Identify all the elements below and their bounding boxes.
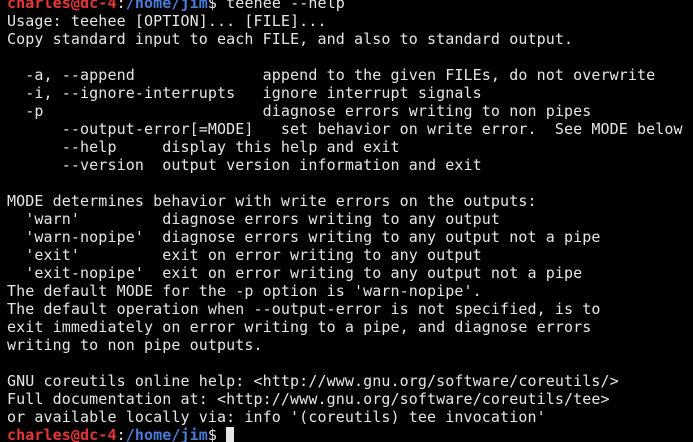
output-line: -p diagnose errors writing to non pipes	[7, 102, 592, 120]
output-line: --version output version information and…	[7, 156, 482, 174]
prompt-user-host: charles@dc-4	[7, 426, 117, 442]
command-input[interactable]	[217, 426, 226, 442]
output-line: Copy standard input to each FILE, and al…	[7, 30, 574, 48]
command-output: Usage: teehee [OPTION]... [FILE]... Copy …	[0, 12, 693, 426]
prompt-separator: :	[116, 426, 126, 442]
prompt-path: /home/jim	[125, 0, 208, 12]
output-line: -a, --append append to the given FILEs, …	[7, 66, 656, 84]
prompt-separator: :	[116, 0, 126, 12]
prompt-line: charles@dc-4:/home/jim$ teehee --help	[0, 0, 693, 12]
output-line: Usage: teehee [OPTION]... [FILE]...	[7, 12, 327, 30]
output-line: --output-error[=MODE] set behavior on wr…	[7, 120, 683, 138]
prompt-path: /home/jim	[125, 426, 208, 442]
output-line: -i, --ignore-interrupts ignore interrupt…	[7, 84, 482, 102]
output-line: --help display this help and exit	[7, 138, 400, 156]
command-text: teehee --help	[217, 0, 345, 12]
output-line: writing to non pipe outputs.	[7, 336, 263, 354]
prompt-symbol: $	[207, 426, 218, 442]
output-line: or available locally via: info '(coreuti…	[7, 408, 546, 426]
terminal-cursor	[226, 427, 235, 442]
output-line: exit immediately on error writing to a p…	[7, 318, 592, 336]
output-line: 'warn-nopipe' diagnose errors writing to…	[7, 228, 601, 246]
terminal-window[interactable]: charles@dc-4:/home/jim$ teehee --help Us…	[0, 0, 693, 442]
output-line: 'warn' diagnose errors writing to any ou…	[7, 210, 501, 228]
output-line: The default operation when --output-erro…	[7, 300, 601, 318]
output-line: MODE determines behavior with write erro…	[7, 192, 537, 210]
output-line: 'exit-nopipe' exit on error writing to a…	[7, 264, 583, 282]
output-line: Full documentation at: <http://www.gnu.o…	[7, 390, 610, 408]
output-line: 'exit' exit on error writing to any outp…	[7, 246, 482, 264]
output-line: The default MODE for the -p option is 'w…	[7, 282, 482, 300]
prompt-user-host: charles@dc-4	[7, 0, 117, 12]
prompt-symbol: $	[207, 0, 218, 12]
current-prompt-line[interactable]: charles@dc-4:/home/jim$	[0, 426, 693, 442]
output-line: GNU coreutils online help: <http://www.g…	[7, 372, 619, 390]
